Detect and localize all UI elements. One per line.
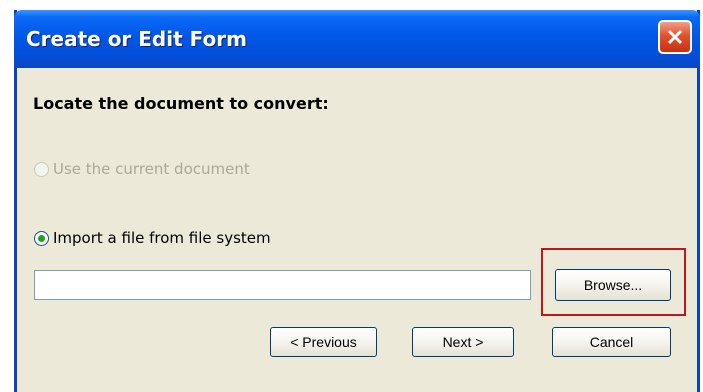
instruction-heading: Locate the document to convert: <box>33 94 329 113</box>
previous-button[interactable]: < Previous <box>270 327 377 357</box>
radio-selected-dot <box>38 234 45 242</box>
radio-use-current-document[interactable] <box>34 161 49 177</box>
option-use-current-document[interactable]: Use the current document <box>34 160 250 178</box>
browse-button[interactable]: Browse... <box>555 269 671 301</box>
window-title: Create or Edit Form <box>26 27 247 51</box>
cancel-button[interactable]: Cancel <box>552 327 671 357</box>
close-icon <box>667 29 683 45</box>
next-button[interactable]: Next > <box>412 327 514 357</box>
title-bar: Create or Edit Form <box>14 10 700 68</box>
option-label-import-file: Import a file from file system <box>53 229 271 247</box>
file-path-input[interactable] <box>34 270 531 300</box>
option-label-use-current-document: Use the current document <box>53 160 250 178</box>
radio-import-file[interactable] <box>34 230 49 246</box>
option-import-file[interactable]: Import a file from file system <box>34 229 271 247</box>
close-button[interactable] <box>658 20 692 54</box>
